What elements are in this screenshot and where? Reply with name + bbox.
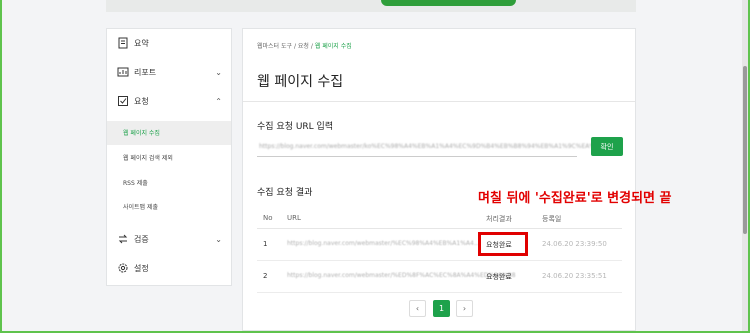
breadcrumb-sep: / [310,43,313,50]
url-input[interactable]: https://blog.naver.com/webmaster/ko%EC%9… [257,137,617,157]
subitem-rss[interactable]: RSS 제출 [107,171,231,195]
top-bar [106,0,636,12]
col-header-no: No [263,214,273,222]
request-icon [118,96,128,106]
page-1-button[interactable]: 1 [433,300,450,317]
breadcrumb-sep: / [293,43,296,50]
next-page-button[interactable]: › [456,300,473,317]
table-row: 2 https://blog.naver.com/webmaster/%ED%8… [257,261,622,293]
subitem-sitemap[interactable]: 사이트맵 제출 [107,195,231,219]
sidebar-item-label: 검증 [134,234,149,244]
top-action-button[interactable] [381,0,516,6]
settings-icon [118,263,128,273]
divider [243,101,635,102]
page-title: 웹 페이지 수집 [257,74,344,90]
verify-icon [118,234,128,244]
row-date: 24.06.20 23:35:51 [542,272,607,280]
breadcrumb-current: 웹 페이지 수집 [314,43,352,50]
url-section-title: 수집 요청 URL 입력 [257,122,334,132]
row-url[interactable]: https://blog.naver.com/webmaster/%ED%8F%… [287,272,516,279]
annotation-text: 며칠 뒤에 '수집완료'로 변경되면 끝 [478,191,672,206]
row-date: 24.06.20 23:39:50 [542,240,607,248]
sidebar-item-label: 요약 [134,38,149,48]
subitem-webpage-collect[interactable]: 웹 페이지 수집 [107,121,231,145]
sidebar-item-report[interactable]: 리포트 ⌄ [107,58,231,86]
url-input-value: https://blog.naver.com/webmaster/ko%EC%9… [259,143,617,150]
app-frame: 요약 리포트 ⌄ 요청 ⌃ 웹 페이지 수집 웹 페이지 검색 제외 RSS 제… [2,0,748,331]
results-title: 수집 요청 결과 [257,188,313,198]
sidebar: 요약 리포트 ⌄ 요청 ⌃ 웹 페이지 수집 웹 페이지 검색 제외 RSS 제… [106,28,232,286]
row-url[interactable]: https://blog.naver.com/webmaster/%EC%98%… [287,240,480,247]
scrollbar-thumb[interactable] [743,66,747,234]
subitem-webpage-exclude[interactable]: 웹 페이지 검색 제외 [107,146,231,170]
summary-icon [118,37,128,49]
sidebar-item-label: 설정 [134,263,149,273]
breadcrumb-item[interactable]: 웹마스터 도구 [257,43,292,50]
col-header-status: 처리결과 [486,215,512,223]
col-header-date: 등록일 [542,215,562,223]
sidebar-item-label: 요청 [134,96,149,106]
sidebar-item-verify[interactable]: 검증 ⌄ [107,225,231,253]
highlight-box [478,232,528,256]
subitem-label: 웹 페이지 수집 [123,130,160,137]
confirm-button[interactable]: 확인 [591,137,623,156]
subitem-label: 사이트맵 제출 [123,204,159,211]
main-panel: 웹마스터 도구 / 요청 / 웹 페이지 수집 웹 페이지 수집 수집 요청 U… [242,28,636,331]
col-header-url: URL [287,214,301,222]
sidebar-item-request[interactable]: 요청 ⌃ [107,87,231,115]
chevron-up-icon[interactable]: ⌃ [215,97,222,106]
prev-page-button[interactable]: ‹ [409,300,426,317]
sidebar-item-label: 리포트 [134,67,157,77]
breadcrumb-item[interactable]: 요청 [298,43,309,50]
row-no: 1 [263,240,268,248]
row-status: 요청완료 [486,273,512,281]
row-no: 2 [263,272,268,280]
chevron-down-icon[interactable]: ⌄ [215,235,222,244]
table-row: 1 https://blog.naver.com/webmaster/%EC%9… [257,229,622,261]
chevron-down-icon[interactable]: ⌄ [215,68,222,77]
scrollbar[interactable] [742,0,748,331]
subitem-label: RSS 제출 [123,180,148,187]
report-icon [117,67,129,77]
breadcrumb: 웹마스터 도구 / 요청 / 웹 페이지 수집 [257,41,352,50]
sidebar-item-settings[interactable]: 설정 [107,254,231,282]
sidebar-item-summary[interactable]: 요약 [107,29,231,57]
subitem-label: 웹 페이지 검색 제외 [123,155,173,162]
